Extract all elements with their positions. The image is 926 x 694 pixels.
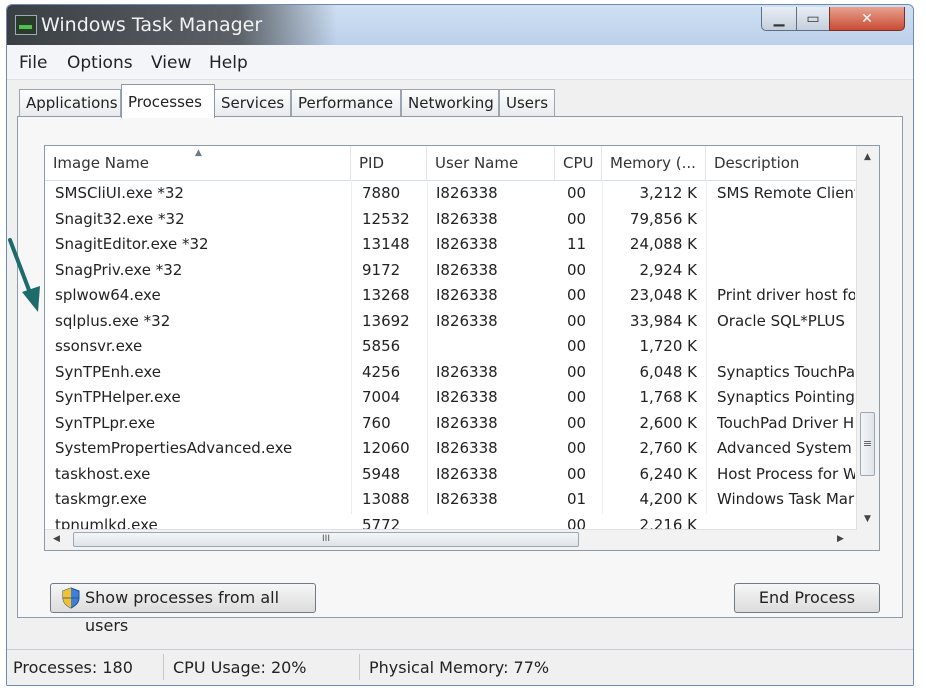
table-row[interactable]: sqlplus.exe *32 13692 I826338 00 33,984 K Ora… [45,308,857,334]
processes-panel: ▲ Image Name PID User Name CPU Memory (.… [17,116,903,635]
column-user-name[interactable]: User Name [427,146,555,180]
menu-view[interactable]: View [151,53,191,73]
scroll-right-icon[interactable]: ▶ [837,534,844,544]
scroll-up-icon[interactable]: ▲ [864,152,871,162]
status-cpu-usage: CPU Usage: 20% [173,658,307,677]
table-row[interactable]: SnagPriv.exe *32 9172 I826338 00 2,924 K [45,257,857,283]
status-physical-memory: Physical Memory: 77% [369,658,550,677]
table-row[interactable]: SynTPEnh.exe 4256 I826338 00 6,048 K Synaptic… [45,359,857,385]
maximize-button[interactable]: ▭ [796,7,830,31]
menu-bar: File Options View Help [7,45,913,80]
table-row[interactable]: splwow64.exe 13268 I826338 00 23,048 K Print … [45,282,857,308]
table-row[interactable]: taskhost.exe 5948 I826338 00 6,240 K Host Pro… [45,461,857,487]
table-row[interactable]: SMSCliUI.exe *32 7880 I826338 00 3,212 K SMS … [45,180,857,206]
status-bar: Processes: 180 CPU Usage: 20% Physical M… [7,649,913,685]
table-row[interactable]: SystemPropertiesAdvanced.exe 12060 I826338… [45,435,857,461]
column-pid[interactable]: PID [351,146,427,180]
process-list-header: ▲ Image Name PID User Name CPU Memory (.… [45,146,857,181]
process-list[interactable]: ▲ Image Name PID User Name CPU Memory (.… [44,145,880,551]
tab-performance[interactable]: Performance [291,89,401,116]
tab-processes[interactable]: Processes [121,84,215,118]
table-row[interactable]: Snagit32.exe *32 12532 I826338 00 79,856 K [45,206,857,232]
minimize-icon: ▁ [773,10,785,27]
table-row[interactable]: ssonsvr.exe 5856 00 1,720 K [45,333,857,359]
sort-ascending-icon: ▲ [195,148,202,158]
task-manager-window: Windows Task Manager ▁ ▭ ✕ File Options … [6,4,914,686]
tab-networking[interactable]: Networking [401,89,499,116]
menu-file[interactable]: File [19,53,47,73]
minimize-button[interactable]: ▁ [761,7,797,31]
horizontal-scrollbar[interactable]: ◀ III ▶ [45,529,857,550]
task-manager-icon [15,15,37,35]
window-title: Windows Task Manager [41,14,263,36]
table-row[interactable]: SynTPHelper.exe 7004 I826338 00 1,768 K Synap… [45,384,857,410]
horizontal-scroll-thumb[interactable]: III [73,532,579,547]
vertical-scrollbar[interactable]: ▲ ≡ ▼ [856,146,879,530]
tab-services[interactable]: Services [214,89,291,116]
uac-shield-icon [62,587,80,609]
annotation-arrow-icon [8,238,40,312]
table-row[interactable]: SynTPLpr.exe 760 I826338 00 2,600 K TouchPad … [45,410,857,436]
vertical-scroll-thumb[interactable]: ≡ [860,412,875,476]
close-button[interactable]: ✕ [829,7,905,31]
table-row[interactable]: taskmgr.exe 13088 I826338 01 4,200 K Windows … [45,486,857,512]
table-row[interactable]: SnagitEditor.exe *32 13148 I826338 11 24,088… [45,231,857,257]
maximize-icon: ▭ [806,10,820,27]
title-bar[interactable]: Windows Task Manager ▁ ▭ ✕ [7,5,913,45]
tab-users[interactable]: Users [499,89,555,116]
column-memory[interactable]: Memory (... [602,146,706,180]
status-processes: Processes: 180 [13,658,133,677]
scroll-left-icon[interactable]: ◀ [53,534,60,544]
tab-strip: Applications Processes Services Performa… [7,79,913,119]
menu-options[interactable]: Options [67,53,133,73]
menu-help[interactable]: Help [209,53,248,73]
tab-applications[interactable]: Applications [19,89,121,116]
close-icon: ✕ [861,10,873,27]
column-cpu[interactable]: CPU [555,146,602,180]
process-rows: SMSCliUI.exe *32 7880 I826338 00 3,212 K SMS … [45,180,857,537]
column-image-name[interactable]: ▲ Image Name [45,146,351,180]
show-all-processes-button[interactable]: Show processes from all users [50,583,316,635]
column-description[interactable]: Description [706,146,857,180]
end-process-button[interactable]: End Process [734,583,880,613]
scroll-down-icon[interactable]: ▼ [864,514,871,524]
